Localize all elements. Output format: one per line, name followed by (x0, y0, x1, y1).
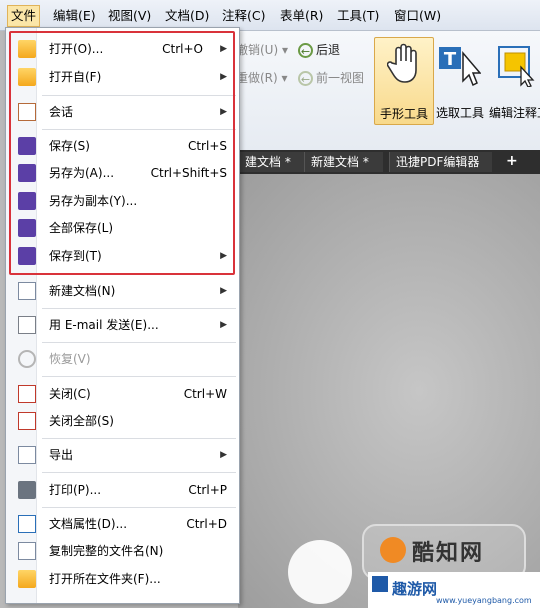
select-text-icon: T (439, 47, 481, 87)
menu-item-print-shortcut: Ctrl+P (188, 483, 227, 497)
menu-form[interactable]: 表单(R) (280, 6, 323, 26)
menu-view[interactable]: 视图(V) (108, 6, 151, 26)
copy-filename-icon (18, 542, 36, 560)
menu-item-close[interactable]: 关闭(C) Ctrl+W (6, 382, 239, 406)
menu-item-close-shortcut: Ctrl+W (183, 387, 227, 401)
select-tool-label: 选取工具 (435, 106, 484, 120)
menu-item-email[interactable]: 用 E-mail 发送(E)... ▶ (6, 313, 239, 337)
watermark-url: www.yueyangbang.com (436, 596, 532, 605)
menu-item-close-all-label: 关闭全部(S) (49, 414, 114, 428)
menu-separator (42, 438, 236, 439)
watermark-circle-logo (288, 540, 352, 604)
menu-separator (42, 507, 236, 508)
menu-separator (42, 472, 236, 473)
close-document-icon (18, 385, 36, 403)
menu-tools[interactable]: 工具(T) (337, 6, 379, 26)
back-button[interactable]: ← 后退 (298, 40, 340, 60)
restore-icon (18, 350, 36, 368)
menu-item-properties[interactable]: 文档属性(D)... Ctrl+D (6, 512, 239, 536)
highlight-box (9, 31, 235, 275)
menu-item-open-folder[interactable]: 打开所在文件夹(F)... (6, 567, 239, 591)
menu-item-print-label: 打印(P)... (49, 483, 102, 497)
menu-item-copy-filename-label: 复制完整的文件名(N) (49, 544, 164, 558)
menu-separator (42, 376, 236, 377)
watermark-brand: 酷知网 (412, 541, 485, 566)
toolbar: 撤销(U) ▾ ← 后退 重做(R) ▾ ← 前一视图 手形工具 T 选取工具 编辑… (236, 31, 540, 151)
menu-item-close-all[interactable]: 关闭全部(S) (6, 409, 239, 433)
menu-item-close-label: 关闭(C) (49, 387, 91, 401)
menu-comment[interactable]: 注释(C) (222, 6, 265, 26)
tab-new-doc-1[interactable]: 建文档 * (238, 152, 307, 172)
qr-icon (372, 576, 388, 592)
menu-item-new-document-label: 新建文档(N) (49, 284, 116, 298)
select-tool-button[interactable]: T 选取工具 (431, 37, 489, 123)
prev-view-icon: ← (298, 71, 313, 86)
export-icon (18, 446, 36, 464)
menu-edit[interactable]: 编辑(E) (53, 6, 96, 26)
menu-window[interactable]: 窗口(W) (394, 6, 441, 26)
watermark-logo-icon (380, 537, 406, 563)
menu-item-export[interactable]: 导出 ▶ (6, 443, 239, 467)
submenu-arrow-icon: ▶ (220, 286, 227, 296)
open-containing-folder-icon (18, 570, 36, 588)
tab-new-doc-2[interactable]: 新建文档 * (304, 152, 383, 172)
menu-item-email-label: 用 E-mail 发送(E)... (49, 318, 159, 332)
menu-item-print[interactable]: 打印(P)... Ctrl+P (6, 478, 239, 502)
tab-xunjie-pdf[interactable]: 迅捷PDF编辑器 (389, 152, 492, 172)
menu-item-export-label: 导出 (49, 448, 74, 462)
menu-document[interactable]: 文档(D) (165, 6, 209, 26)
menu-item-open-folder-label: 打开所在文件夹(F)... (49, 572, 161, 586)
redo-button[interactable]: 重做(R) ▾ (236, 68, 288, 88)
menu-separator (42, 308, 236, 309)
watermark-site: 趣游网 (392, 580, 438, 598)
new-document-icon (18, 282, 36, 300)
printer-icon (18, 481, 36, 499)
menu-item-restore-label: 恢复(V) (49, 352, 91, 366)
close-all-icon (18, 412, 36, 430)
svg-text:T: T (444, 49, 457, 70)
add-tab-button[interactable]: + (506, 153, 520, 169)
back-label: 后退 (316, 43, 341, 57)
hand-tool-button[interactable]: 手形工具 (374, 37, 434, 125)
redo-label: 重做(R) (236, 71, 278, 85)
email-icon (18, 316, 36, 334)
menu-item-properties-shortcut: Ctrl+D (186, 517, 227, 531)
edit-annotation-icon (498, 46, 535, 87)
menu-item-properties-label: 文档属性(D)... (49, 517, 128, 531)
menu-file[interactable]: 文件 (7, 5, 41, 27)
back-icon: ← (298, 43, 313, 58)
edit-annotation-tool-button[interactable]: 编辑注释工 (489, 37, 540, 123)
menu-item-copy-filename[interactable]: 复制完整的文件名(N) (6, 539, 239, 563)
menu-item-restore[interactable]: 恢复(V) (6, 347, 239, 371)
hand-icon (387, 43, 417, 83)
menu-item-new-document[interactable]: 新建文档(N) ▶ (6, 279, 239, 303)
menu-separator (42, 342, 236, 343)
submenu-arrow-icon: ▶ (220, 450, 227, 460)
prev-view-button[interactable]: ← 前一视图 (298, 68, 364, 88)
submenu-arrow-icon: ▶ (220, 320, 227, 330)
document-properties-icon (18, 515, 36, 533)
tab-bar: 建文档 * 新建文档 * 迅捷PDF编辑器 + (238, 150, 540, 174)
edit-annotation-tool-label: 编辑注释工 (489, 106, 540, 120)
hand-tool-label: 手形工具 (379, 107, 428, 121)
undo-label: 撤销(U) (236, 43, 279, 57)
undo-button[interactable]: 撤销(U) ▾ (236, 40, 288, 60)
prev-view-label: 前一视图 (316, 71, 365, 85)
